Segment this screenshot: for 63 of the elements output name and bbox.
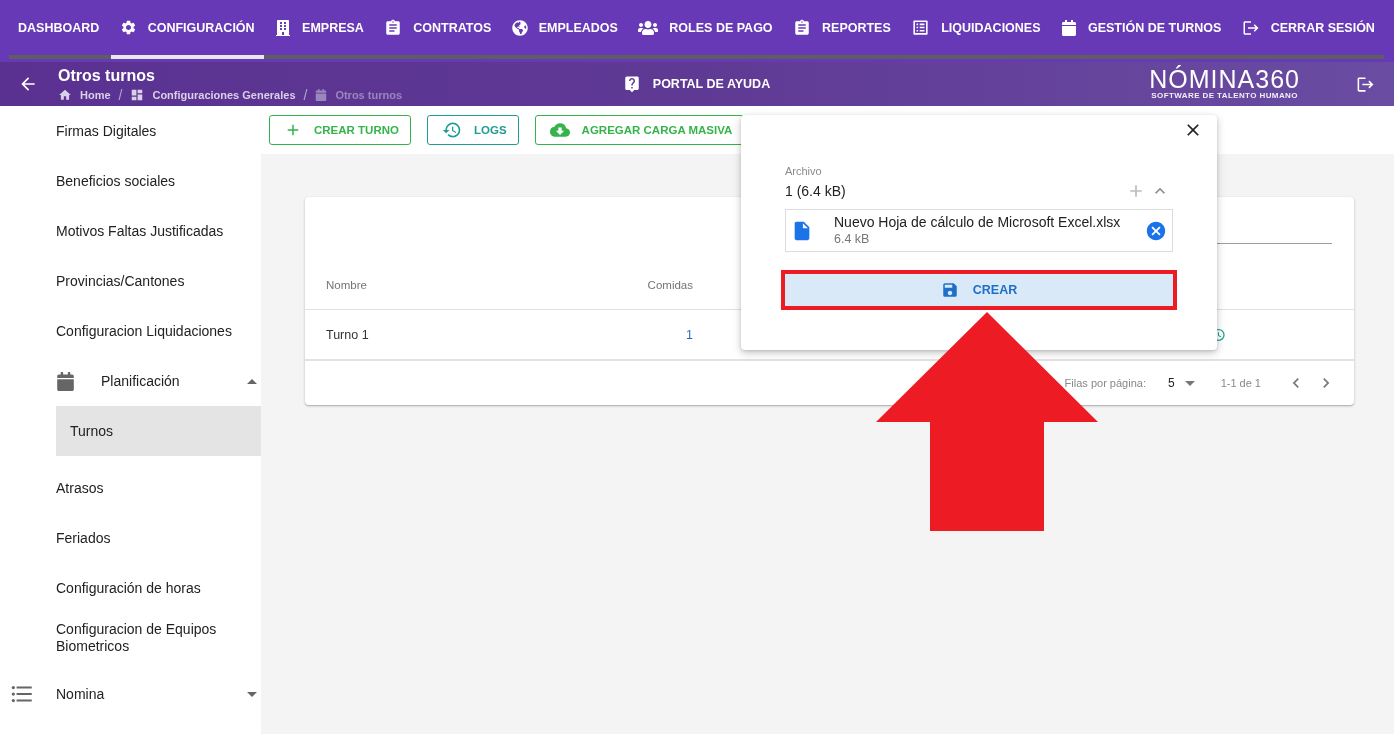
caret-down-icon xyxy=(247,691,257,697)
nav-tab[interactable]: EMPRESA xyxy=(266,0,373,59)
building-icon xyxy=(275,19,292,36)
rows-per-page-label: Filas por página: xyxy=(1064,377,1146,389)
sidebar-item[interactable]: Atrasos xyxy=(0,463,261,513)
sidebar-item[interactable]: Configuracion de Equipos Biometricos xyxy=(0,613,261,663)
caret-up-icon xyxy=(247,378,257,384)
breadcrumb-separator: / xyxy=(118,86,123,103)
remove-icon xyxy=(1145,219,1167,242)
sidebar-item[interactable]: Configuracion Liquidaciones xyxy=(0,306,261,356)
nav-tab[interactable]: DASHBOARD xyxy=(9,0,109,59)
breadcrumb-link[interactable]: Home xyxy=(58,87,111,102)
nav-tab[interactable]: ROLES DE PAGO xyxy=(629,0,782,59)
sidebar-item[interactable]: Feriados xyxy=(0,513,261,563)
sidebar-item[interactable]: Firmas Digitales xyxy=(0,106,261,156)
help-icon xyxy=(622,75,641,93)
page-title: Otros turnos xyxy=(58,66,156,85)
home-icon xyxy=(58,87,72,102)
file-size: 6.4 kB xyxy=(834,231,871,247)
nav-tab[interactable]: CONTRATOS xyxy=(375,0,501,59)
column-header: Nombre xyxy=(326,278,367,291)
nav-tab[interactable]: REPORTES xyxy=(784,0,900,59)
nav-tab[interactable]: CERRAR SESIÓN xyxy=(1232,0,1384,59)
create-button[interactable]: CREAR xyxy=(785,274,1173,306)
caret-down-icon xyxy=(1184,380,1195,386)
sidebar-item[interactable]: Configuración de horas xyxy=(0,563,261,613)
calendar-icon xyxy=(56,371,75,391)
column-header: Comidas xyxy=(647,278,693,291)
save-icon xyxy=(940,281,959,299)
table-cell: 1 xyxy=(686,327,693,342)
nav-tab[interactable]: LIQUIDACIONES xyxy=(902,0,1050,59)
page-range: 1-1 de 1 xyxy=(1220,377,1261,389)
remove-file-button[interactable] xyxy=(1145,219,1167,242)
logout-icon xyxy=(1241,18,1260,37)
rows-per-page-select[interactable]: 5 xyxy=(1167,376,1195,390)
nav-tab[interactable]: GESTIÓN DE TURNOS xyxy=(1051,0,1231,59)
logout-button[interactable] xyxy=(1356,74,1375,94)
breadcrumb-link[interactable]: Configuraciones Generales xyxy=(130,87,296,102)
calendar-icon xyxy=(1060,19,1077,36)
sidebar-item[interactable]: Motivos Faltas Justificadas xyxy=(0,206,261,256)
table-cell: Turno 1 xyxy=(326,327,369,342)
cloud-download-icon xyxy=(549,120,570,140)
logo-tagline: SOFTWARE DE TALENTO HUMANO xyxy=(1151,91,1298,100)
globe-icon xyxy=(511,19,528,36)
breadcrumb-separator: / xyxy=(303,86,308,103)
clipboard-icon xyxy=(384,18,403,37)
clipboard-icon xyxy=(793,18,812,37)
sidebar-group[interactable]: Nomina xyxy=(0,669,261,719)
list-icon xyxy=(911,18,931,37)
sidebar-group[interactable]: Planificación xyxy=(0,356,261,406)
history-icon xyxy=(442,120,462,140)
logout-icon xyxy=(1356,74,1375,94)
file-name: Nuevo Hoja de cálculo de Microsoft Excel.xlsx xyxy=(834,214,1121,231)
dashboard-icon xyxy=(130,87,145,102)
help-link[interactable]: PORTAL DE AYUDA xyxy=(622,75,771,93)
file-summary: 1 (6.4 kB) xyxy=(785,182,846,200)
sidebar-item[interactable]: Turnos xyxy=(56,406,261,456)
field-label: Archivo xyxy=(785,164,823,179)
calendar-icon xyxy=(315,88,328,101)
nav-tab[interactable]: EMPLEADOS xyxy=(502,0,627,59)
sidebar-item[interactable]: Provincias/Cantones xyxy=(0,256,261,306)
gear-icon xyxy=(119,19,137,36)
sidebar-item[interactable]: Beneficios sociales xyxy=(0,156,261,206)
